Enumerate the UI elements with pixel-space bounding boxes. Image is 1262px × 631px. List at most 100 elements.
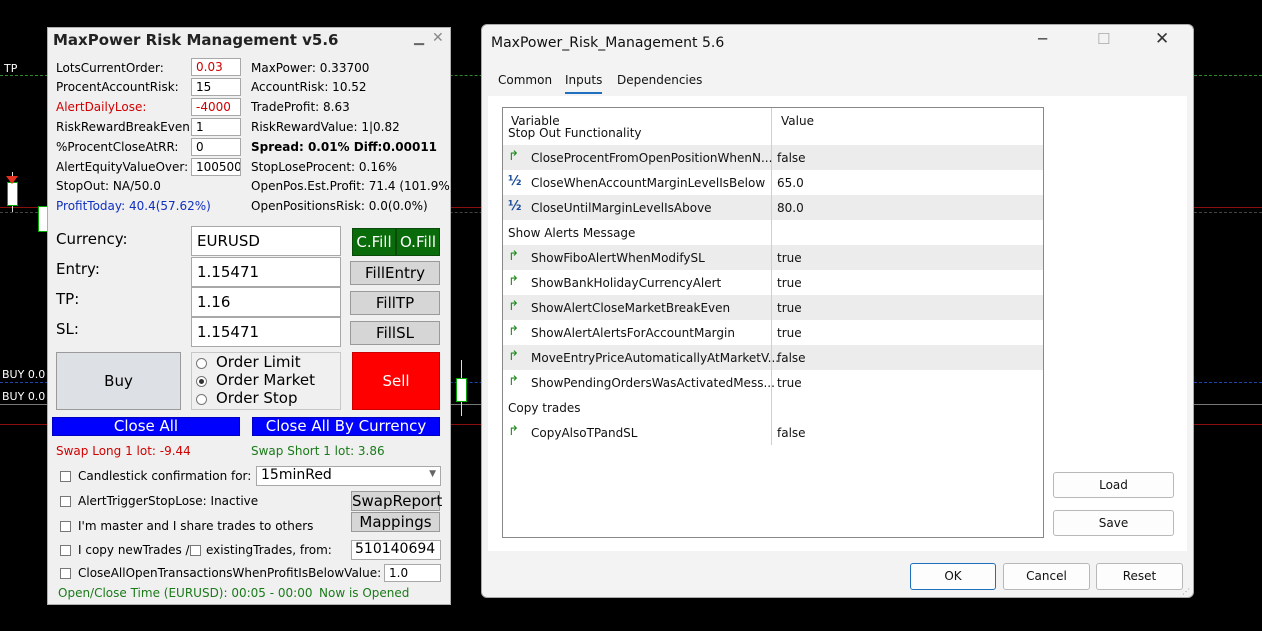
master-share-checkbox[interactable] <box>60 521 71 532</box>
tab-common[interactable]: Common <box>498 73 552 87</box>
tab-inputs[interactable]: Inputs <box>565 73 602 87</box>
close-all-button[interactable]: Close All <box>52 417 240 436</box>
procent-close-at-rr-label: %ProcentCloseAtRR: <box>56 140 179 154</box>
table-row[interactable]: ↱ CloseProcentFromOpenPositionWhenN... fal… <box>503 145 1043 170</box>
close-all-by-currency-button[interactable]: Close All By Currency <box>252 417 440 436</box>
table-row[interactable]: ↱ CopyAlsoTPandSL false <box>503 420 1043 445</box>
order-limit-radio[interactable] <box>196 358 207 369</box>
load-button[interactable]: Load <box>1053 472 1174 498</box>
fill-sl-button[interactable]: FillSL <box>350 321 440 345</box>
buy-chart-label-2: BUY 0.0 <box>2 390 46 403</box>
c-fill-button[interactable]: C.Fill <box>352 228 396 256</box>
candle <box>456 378 467 402</box>
candlestick-confirmation-checkbox[interactable] <box>60 471 71 482</box>
existing-trades-checkbox[interactable] <box>190 545 201 556</box>
alert-trigger-stop-lose-checkbox[interactable] <box>60 496 71 507</box>
alert-daily-lose-input[interactable]: -4000 <box>191 98 241 116</box>
close-icon[interactable]: ✕ <box>432 30 444 46</box>
mappings-button[interactable]: Mappings <box>351 512 440 532</box>
lots-current-order-label: LotsCurrentOrder: <box>56 61 164 75</box>
reset-button[interactable]: Reset <box>1096 563 1183 590</box>
alert-equity-value-over-input[interactable]: 1005000 <box>191 158 241 176</box>
table-row[interactable]: ↱ ShowBankHolidayCurrencyAlert true <box>503 270 1043 295</box>
procent-account-risk-label: ProcentAccountRisk: <box>56 80 179 94</box>
variable-value[interactable]: false <box>777 426 806 440</box>
open-pos-est-profit-text: OpenPos.Est.Profit: 71.4 (101.9%) <box>251 179 455 193</box>
sl-input[interactable]: 1.15471 <box>191 317 341 347</box>
candlestick-confirmation-label: Candlestick confirmation for: <box>78 469 252 483</box>
variable-value[interactable]: true <box>777 301 802 315</box>
copy-new-trades-checkbox[interactable] <box>60 545 71 556</box>
procent-account-risk-input[interactable]: 15 <box>191 78 241 96</box>
minimize-icon[interactable]: ▁ <box>414 31 424 46</box>
inputs-table[interactable]: Variable Value Stop Out Functionality ↱ Cl… <box>502 107 1044 538</box>
arrow-icon: ↱ <box>508 424 519 439</box>
currency-input[interactable]: EURUSD <box>191 226 341 256</box>
table-row[interactable]: ↱ ShowAlertAlertsForAccountMargin true <box>503 320 1043 345</box>
close-all-open-label: CloseAllOpenTransactionsWhenProfitIsBelo… <box>78 566 382 580</box>
account-risk-text: AccountRisk: 10.52 <box>251 80 367 94</box>
arrow-icon: ↱ <box>508 324 519 339</box>
swap-long-text: Swap Long 1 lot: -9.44 <box>56 444 191 458</box>
swap-report-button[interactable]: SwapReport <box>351 491 442 511</box>
tp-input[interactable]: 1.16 <box>191 287 341 317</box>
cancel-button[interactable]: Cancel <box>1003 563 1090 590</box>
table-row[interactable]: ↱ ShowPendingOrdersWasActivatedMess... tru… <box>503 370 1043 395</box>
variable-value[interactable]: 80.0 <box>777 201 804 215</box>
procent-close-at-rr-input[interactable]: 0 <box>191 138 241 156</box>
variable-value[interactable]: true <box>777 276 802 290</box>
table-group-row[interactable]: Copy trades <box>503 395 1043 420</box>
order-market-radio[interactable] <box>196 376 207 387</box>
fill-tp-button[interactable]: FillTP <box>350 291 440 315</box>
table-row[interactable]: ↱ ShowAlertCloseMarketBreakEven true <box>503 295 1043 320</box>
arrow-icon: ↱ <box>508 299 519 314</box>
sell-button[interactable]: Sell <box>352 352 440 410</box>
variable-value[interactable]: true <box>777 251 802 265</box>
lots-current-order-input[interactable]: 0.03 <box>191 58 241 76</box>
tp-label: TP: <box>56 290 80 308</box>
close-icon[interactable]: ✕ <box>1155 29 1169 49</box>
risk-reward-break-even-input[interactable]: 1 <box>191 118 241 136</box>
master-share-label: I'm master and I share trades to others <box>78 519 314 533</box>
minimize-icon[interactable]: ─ <box>1038 30 1047 48</box>
table-row[interactable]: ↱ MoveEntryPriceAutomaticallyAtMarketV...… <box>503 345 1043 370</box>
sl-label: SL: <box>56 320 79 338</box>
table-row[interactable]: ↱ ShowFiboAlertWhenModifySL true <box>503 245 1043 270</box>
entry-label: Entry: <box>56 260 100 278</box>
buy-chart-label-1: BUY 0.0 <box>2 368 46 381</box>
order-limit-label[interactable]: Order Limit <box>216 353 301 371</box>
variable-value[interactable]: 65.0 <box>777 176 804 190</box>
tab-dependencies[interactable]: Dependencies <box>617 73 702 87</box>
variable-value[interactable]: false <box>777 351 806 365</box>
close-all-open-checkbox[interactable] <box>60 568 71 579</box>
copy-from-input[interactable]: 510140694 <box>351 540 441 560</box>
candle <box>7 182 18 206</box>
table-row[interactable]: ½ CloseWhenAccountMarginLevelIsBelow 65.0 <box>503 170 1043 195</box>
buy-button[interactable]: Buy <box>56 352 181 410</box>
entry-input[interactable]: 1.15471 <box>191 257 341 287</box>
variable-value[interactable]: true <box>777 326 802 340</box>
candlestick-confirmation-select[interactable]: 15minRed ▼ <box>256 466 441 486</box>
ok-button[interactable]: OK <box>910 563 996 590</box>
panel-title: MaxPower Risk Management v5.6 <box>53 31 339 49</box>
table-row[interactable]: ½ CloseUntilMarginLevelIsAbove 80.0 <box>503 195 1043 220</box>
o-fill-button[interactable]: O.Fill <box>396 228 440 256</box>
variable-value[interactable]: true <box>777 376 802 390</box>
arrow-icon: ↱ <box>508 149 519 164</box>
order-stop-label[interactable]: Order Stop <box>216 389 298 407</box>
table-group-row[interactable]: Show Alerts Message <box>503 220 1043 245</box>
alert-equity-value-over-label: AlertEquityValueOver: <box>56 160 189 174</box>
close-all-open-input[interactable]: 1.0 <box>384 564 441 582</box>
resize-grip-icon[interactable]: ⋰ <box>1182 587 1190 596</box>
existing-trades-label: existingTrades, from: <box>206 543 332 557</box>
group-label: Show Alerts Message <box>508 226 636 240</box>
save-button[interactable]: Save <box>1053 510 1174 536</box>
fill-entry-button[interactable]: FillEntry <box>350 261 440 285</box>
order-stop-radio[interactable] <box>196 394 207 405</box>
variable-name: ShowFiboAlertWhenModifySL <box>531 251 705 265</box>
variable-value[interactable]: false <box>777 151 806 165</box>
table-group-row[interactable]: Stop Out Functionality <box>503 120 1043 145</box>
maximize-icon: ☐ <box>1097 30 1111 48</box>
order-market-label[interactable]: Order Market <box>216 371 315 389</box>
max-power-text: MaxPower: 0.33700 <box>251 61 370 75</box>
